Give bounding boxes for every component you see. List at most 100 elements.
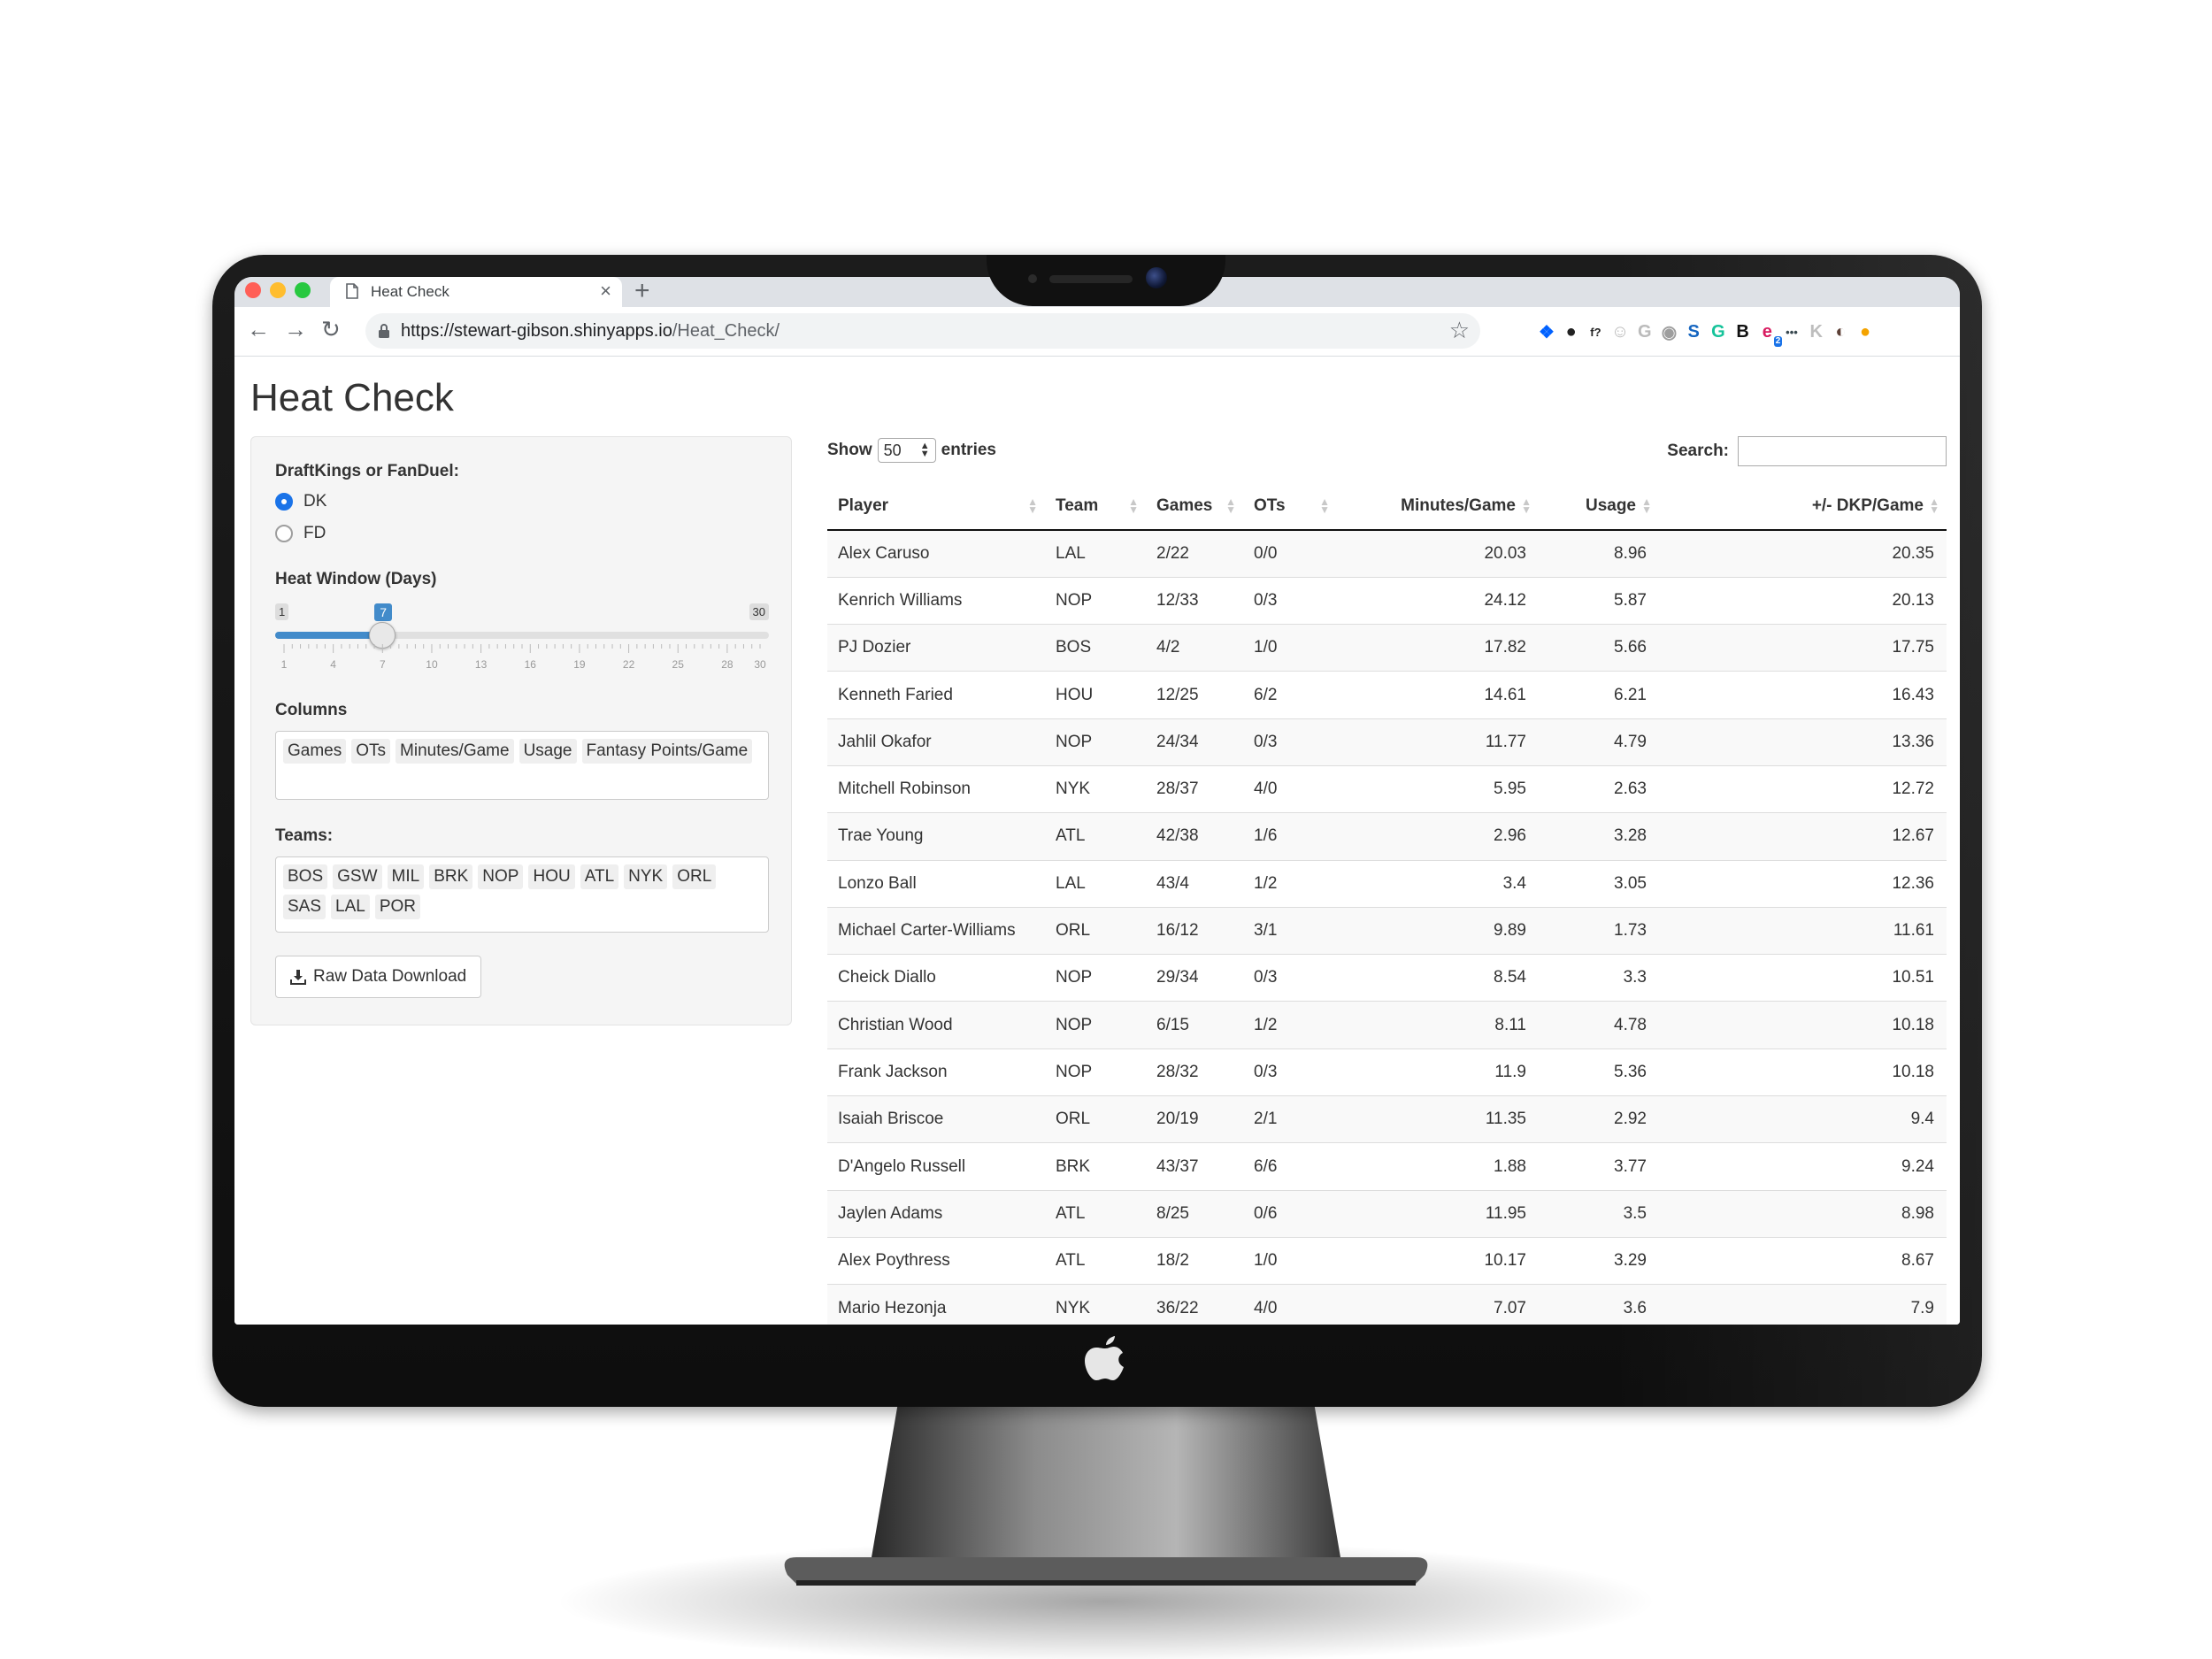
raw-data-download-button[interactable]: Raw Data Download (275, 956, 482, 998)
team-chip-gsw[interactable]: GSW (333, 864, 382, 889)
forward-arrow-icon[interactable]: → (284, 317, 307, 342)
grammarly-extension-icon[interactable]: G (1707, 320, 1730, 343)
team-chip-bos[interactable]: BOS (283, 864, 328, 889)
column-chip-fantasy-points-game[interactable]: Fantasy Points/Game (581, 739, 753, 764)
column-chip-usage[interactable]: Usage (518, 739, 577, 764)
minimize-window-button[interactable] (270, 282, 286, 298)
team-chip-nyk[interactable]: NYK (624, 864, 668, 889)
heat-window-slider[interactable]: 1 7 30 1 4 7 10 13 16 19 22 25 28 30 (275, 603, 769, 683)
teams-select[interactable]: BOS GSW MIL BRK NOP HOU ATL NYK ORL SAS LAL POR (275, 856, 769, 933)
column-chip-ots[interactable]: OTs (351, 739, 391, 764)
camera-sensor (1028, 274, 1037, 283)
cell-usage: 5.66 (1539, 624, 1659, 672)
table-row[interactable]: Kenrich Williams NOP 12/33 0/3 24.12 5.87 20.1… (827, 576, 1947, 625)
badge-extension-icon[interactable]: e2 (1755, 320, 1783, 347)
table-row[interactable]: Lonzo Ball LAL 43/4 1/2 3.4 3.05 12.36 (827, 859, 1947, 908)
g-extension-icon[interactable]: G (1633, 320, 1656, 343)
k-extension-icon[interactable]: K (1805, 320, 1828, 343)
team-chip-nop[interactable]: NOP (478, 864, 524, 889)
column-header-team[interactable]: Team ▲ ▼ (1045, 482, 1146, 531)
team-chip-hou[interactable]: HOU (528, 864, 575, 889)
cell-minutes-game: 11.77 (1337, 718, 1539, 766)
column-chip-games[interactable]: Games (283, 739, 347, 764)
table-row[interactable]: Jahlil Okafor NOP 24/34 0/3 11.77 4.79 13.36 (827, 718, 1947, 766)
cell-minutes-game: 8.54 (1337, 954, 1539, 1002)
function-extension-icon[interactable]: f? (1584, 320, 1607, 343)
table-row[interactable]: Cheick Diallo NOP 29/34 0/3 8.54 3.3 10.51 (827, 954, 1947, 1002)
column-chip-minutes-game[interactable]: Minutes/Game (396, 739, 514, 764)
table-row[interactable]: Mitchell Robinson NYK 28/37 4/0 5.95 2.63 12.7… (827, 764, 1947, 813)
cell-usage: 3.5 (1539, 1189, 1659, 1238)
s-extension-icon[interactable]: S (1682, 320, 1705, 343)
search-input[interactable] (1738, 436, 1947, 466)
table-search: Search: (1667, 436, 1947, 466)
radio-fd[interactable]: FD (275, 522, 326, 545)
cell-games: 36/22 (1146, 1284, 1243, 1325)
table-row[interactable]: Kenneth Faried HOU 12/25 6/2 14.61 6.21 16.43 (827, 671, 1947, 719)
cell-usage: 4.78 (1539, 1001, 1659, 1049)
cell-usage: 1.73 (1539, 906, 1659, 955)
cell-minutes-game: 24.12 (1337, 576, 1539, 625)
team-chip-lal[interactable]: LAL (331, 895, 370, 919)
column-header-usage[interactable]: Usage ▲ ▼ (1539, 482, 1659, 531)
camera-extension-icon[interactable]: ◉ (1658, 320, 1681, 343)
table-row[interactable]: Jaylen Adams ATL 8/25 0/6 11.95 3.5 8.98 (827, 1189, 1947, 1238)
update-extension-icon[interactable]: ● (1854, 320, 1877, 343)
column-header-player[interactable]: Player ▲ ▼ (827, 482, 1045, 531)
column-header-minutes-game[interactable]: Minutes/Game ▲ ▼ (1337, 482, 1539, 531)
table-row[interactable]: Alex Caruso LAL 2/22 0/0 20.03 8.96 20.35 (827, 530, 1947, 578)
team-chip-atl[interactable]: ATL (580, 864, 619, 889)
profile-avatar-icon[interactable]: ◐ (1829, 320, 1852, 343)
table-row[interactable]: D'Angelo Russell BRK 43/37 6/6 1.88 3.77 9.24 (827, 1142, 1947, 1191)
sort-arrows-icon[interactable]: ▲ ▼ (1225, 496, 1236, 515)
sort-arrows-icon[interactable]: ▲ ▼ (1521, 496, 1532, 515)
table-row[interactable]: Isaiah Briscoe ORL 20/19 2/1 11.35 2.92 9.4 (827, 1095, 1947, 1143)
team-chip-brk[interactable]: BRK (429, 864, 473, 889)
table-row[interactable]: Alex Poythress ATL 18/2 1/0 10.17 3.29 8.67 (827, 1236, 1947, 1285)
team-chip-sas[interactable]: SAS (283, 895, 326, 919)
maximize-window-button[interactable] (295, 282, 311, 298)
table-row[interactable]: Frank Jackson NOP 28/32 0/3 11.9 5.36 10.18 (827, 1048, 1947, 1096)
address-bar[interactable]: https://stewart-gibson.shinyapps.io/Heat… (365, 313, 1480, 349)
smiley-extension-icon[interactable]: ☺ (1609, 320, 1632, 343)
bookmark-star-icon[interactable]: ☆ (1449, 318, 1470, 342)
table-row[interactable]: Michael Carter-Williams ORL 16/12 3/1 9.89 1.… (827, 906, 1947, 955)
back-arrow-icon[interactable]: ← (247, 317, 270, 342)
sort-arrows-icon[interactable]: ▲ ▼ (1027, 496, 1038, 515)
sort-arrows-icon[interactable]: ▲ ▼ (1641, 496, 1652, 515)
column-header-dkp-game[interactable]: +/- DKP/Game ▲ ▼ (1659, 482, 1947, 531)
slider-tick-label: 28 (721, 658, 733, 671)
columns-select[interactable]: Games OTs Minutes/Game Usage Fantasy Points/… (275, 731, 769, 800)
b-extension-icon[interactable]: B (1732, 320, 1755, 343)
cell-ots: 1/0 (1243, 1236, 1337, 1285)
sort-arrows-icon[interactable]: ▲ ▼ (1929, 496, 1939, 515)
tab-close-icon[interactable]: × (600, 281, 611, 301)
column-header-games[interactable]: Games ▲ ▼ (1146, 482, 1243, 531)
team-chip-por[interactable]: POR (374, 895, 421, 919)
screen: Heat Check × + ← → ↻ https://stewart-gib… (234, 277, 1960, 1325)
close-window-button[interactable] (245, 282, 261, 298)
table-row[interactable]: Trae Young ATL 42/38 1/6 2.96 3.28 12.67 (827, 812, 1947, 861)
color-picker-extension-icon[interactable]: ● (1560, 320, 1583, 343)
team-chip-mil[interactable]: MIL (387, 864, 425, 889)
browser-tab[interactable]: Heat Check × (330, 277, 622, 307)
cell-usage: 6.21 (1539, 671, 1659, 719)
shiny-app-page: Heat Check DraftKings or FanDuel: DK FD … (234, 357, 1960, 1325)
radio-dk-label: DK (303, 492, 327, 511)
radio-dk-indicator[interactable] (275, 493, 293, 511)
sort-arrows-icon[interactable]: ▲ ▼ (1319, 496, 1330, 515)
team-chip-orl[interactable]: ORL (672, 864, 717, 889)
column-header-ots[interactable]: OTs ▲ ▼ (1243, 482, 1337, 531)
cell-team: LAL (1045, 530, 1146, 578)
new-tab-button[interactable]: + (634, 278, 650, 304)
reload-icon[interactable]: ↻ (321, 317, 341, 342)
page-length-select[interactable]: 50 ▲ ▼ (877, 438, 936, 463)
table-row[interactable]: PJ Dozier BOS 4/2 1/0 17.82 5.66 17.75 (827, 624, 1947, 672)
dots-extension-icon[interactable]: ••• (1780, 320, 1803, 343)
sort-arrows-icon[interactable]: ▲ ▼ (1128, 496, 1139, 515)
dropbox-extension-icon[interactable]: ❖ (1535, 320, 1558, 343)
radio-fd-indicator[interactable] (275, 525, 293, 542)
radio-dk[interactable]: DK (275, 490, 326, 513)
table-row[interactable]: Christian Wood NOP 6/15 1/2 8.11 4.78 10.18 (827, 1001, 1947, 1049)
table-row[interactable]: Mario Hezonja NYK 36/22 4/0 7.07 3.6 7.9 (827, 1284, 1947, 1325)
